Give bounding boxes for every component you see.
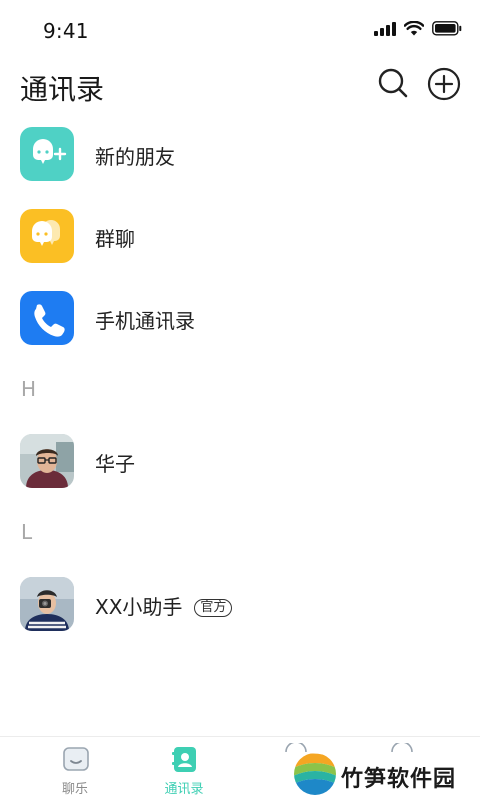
wifi-icon bbox=[404, 21, 424, 36]
tab-label: 通讯录 bbox=[164, 782, 204, 797]
phone-icon bbox=[20, 291, 74, 345]
page-title: 通讯录 bbox=[20, 73, 105, 106]
tab-contacts[interactable]: 通讯录 bbox=[124, 737, 244, 800]
contact-name: 华子 bbox=[95, 452, 135, 476]
official-badge: 官方 bbox=[194, 599, 233, 617]
chat-icon bbox=[63, 747, 89, 771]
status-time: 9:41 bbox=[43, 19, 89, 43]
avatar bbox=[20, 577, 74, 631]
signal-icon bbox=[374, 21, 396, 36]
section-header-h: H bbox=[21, 377, 37, 401]
search-icon bbox=[378, 68, 408, 98]
contact-name: XX小助手 bbox=[95, 595, 183, 619]
new-friend-icon bbox=[20, 127, 74, 181]
status-bar: 9:41 bbox=[0, 0, 480, 60]
contacts-icon bbox=[172, 747, 196, 772]
contact-item-assistant[interactable]: XX小助手 官方 bbox=[0, 562, 480, 644]
watermark: 竹笋软件园 bbox=[293, 750, 473, 798]
battery-icon bbox=[432, 21, 462, 36]
status-icons bbox=[374, 21, 462, 36]
entry-label: 新的朋友 bbox=[95, 145, 175, 169]
group-chat-item[interactable]: 群聊 bbox=[0, 194, 480, 276]
search-button[interactable] bbox=[377, 67, 409, 99]
new-friends-item[interactable]: 新的朋友 bbox=[0, 112, 480, 194]
watermark-logo-icon bbox=[294, 753, 336, 795]
add-button[interactable] bbox=[427, 67, 461, 101]
contact-name-wrap: XX小助手 官方 bbox=[95, 591, 233, 620]
header: 通讯录 bbox=[0, 60, 480, 112]
watermark-text: 竹笋软件园 bbox=[341, 767, 457, 792]
avatar bbox=[20, 434, 74, 488]
entry-label: 手机通讯录 bbox=[95, 309, 195, 333]
entry-label: 群聊 bbox=[95, 227, 135, 251]
tab-chat[interactable]: 聊乐 bbox=[15, 737, 135, 800]
tab-label: 聊乐 bbox=[61, 782, 88, 797]
section-header-l: L bbox=[21, 520, 33, 544]
phone-contacts-item[interactable]: 手机通讯录 bbox=[0, 276, 480, 358]
add-circle-icon bbox=[427, 67, 461, 101]
group-chat-icon bbox=[20, 209, 74, 263]
contact-item-huazi[interactable]: 华子 bbox=[0, 419, 480, 501]
